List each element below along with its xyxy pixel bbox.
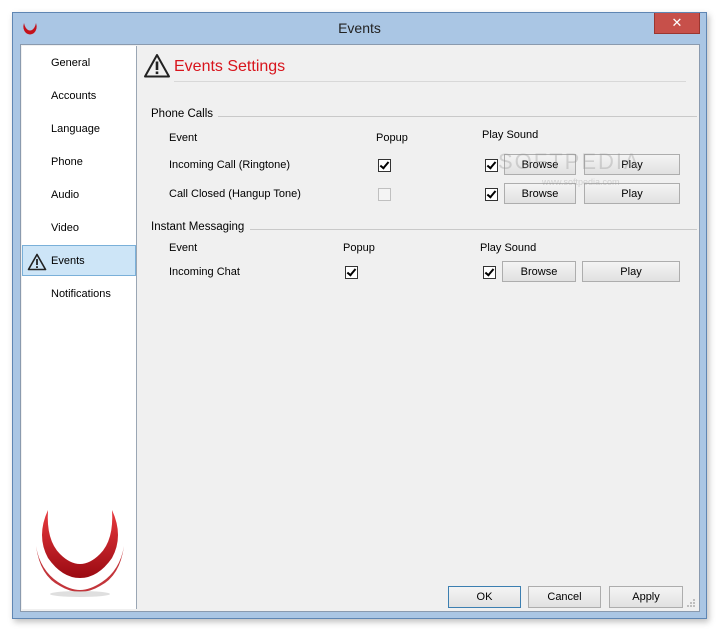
popup-checkbox-disabled [378, 188, 391, 201]
browse-button[interactable]: Browse [502, 261, 576, 282]
sidebar-item-label: General [51, 57, 91, 69]
sidebar-item-general[interactable]: General [23, 48, 137, 79]
sidebar-item-notifications[interactable]: Notifications [23, 279, 137, 310]
popup-checkbox[interactable] [378, 159, 391, 172]
ok-button[interactable]: OK [448, 586, 521, 608]
window-title: Events [338, 20, 381, 36]
sidebar-item-label: Video [51, 222, 79, 234]
watermark: SOFTPEDIA [498, 149, 641, 174]
sidebar-item-audio[interactable]: Audio [23, 180, 137, 211]
event-label: Call Closed (Hangup Tone) [169, 188, 301, 200]
column-header-play-sound: Play Sound [480, 242, 537, 254]
sidebar: General Accounts Language Phone Audio Vi… [22, 46, 137, 609]
column-header-play-sound: Play Sound [482, 129, 539, 141]
column-header-event: Event [169, 132, 198, 144]
warning-triangle-icon [27, 253, 47, 271]
title-bar[interactable]: Events ✕ [13, 13, 706, 44]
apply-button[interactable]: Apply [609, 586, 683, 608]
play-sound-checkbox[interactable] [485, 188, 498, 201]
resize-grip-icon[interactable] [686, 598, 696, 608]
close-button[interactable]: ✕ [654, 13, 700, 34]
events-window: Events ✕ General Accounts Language Phone… [12, 12, 707, 619]
play-sound-checkbox[interactable] [485, 159, 498, 172]
sidebar-item-phone[interactable]: Phone [23, 147, 137, 178]
sidebar-item-label: Accounts [51, 90, 97, 102]
section-title-instant-messaging: Instant Messaging [151, 221, 245, 233]
page-title: Events Settings [174, 58, 286, 75]
column-header-popup: Popup [376, 132, 408, 144]
section-title-phone-calls: Phone Calls [151, 108, 214, 120]
popup-checkbox[interactable] [345, 266, 358, 279]
sidebar-item-accounts[interactable]: Accounts [23, 81, 137, 112]
watermark-url: www.softpedia.com [542, 177, 620, 187]
event-label: Incoming Chat [169, 266, 240, 278]
event-label: Incoming Call (Ringtone) [169, 159, 291, 171]
sidebar-item-label: Phone [51, 156, 83, 168]
sidebar-item-label: Language [51, 123, 100, 135]
header-divider [174, 81, 686, 82]
brand-logo [36, 510, 124, 597]
sidebar-item-video[interactable]: Video [23, 213, 137, 244]
column-header-event: Event [169, 242, 198, 254]
section-divider [250, 229, 697, 230]
sidebar-item-language[interactable]: Language [23, 114, 137, 145]
sidebar-item-label: Events [51, 255, 85, 267]
play-button[interactable]: Play [582, 261, 680, 282]
column-header-popup: Popup [343, 242, 375, 254]
sidebar-item-label: Notifications [51, 288, 111, 300]
sidebar-item-events[interactable]: Events [22, 245, 136, 276]
client-area: General Accounts Language Phone Audio Vi… [20, 44, 700, 612]
section-divider [218, 116, 697, 117]
sidebar-item-label: Audio [51, 189, 80, 201]
warning-triangle-icon [144, 54, 170, 78]
cancel-button[interactable]: Cancel [528, 586, 601, 608]
settings-panel: Events Settings Phone Calls Event Popup … [138, 46, 698, 610]
play-sound-checkbox[interactable] [483, 266, 496, 279]
